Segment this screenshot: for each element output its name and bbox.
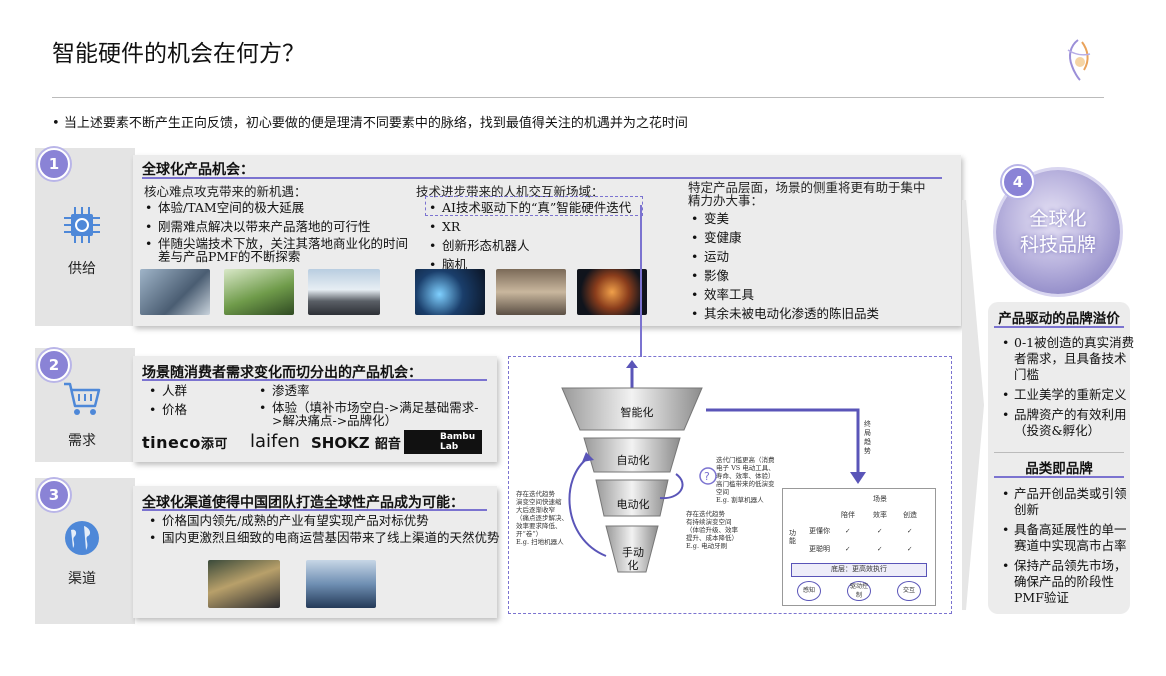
svg-text:?: ? <box>704 470 710 483</box>
note-right-mid: 存在迭代趋势 有持续演变空间 （体验升级、效率 提升、成本降低） E.g. 电动… <box>686 510 738 550</box>
lab-image <box>140 269 210 315</box>
supply-col1-sub: 核心难点攻克带来的新机遇： <box>144 184 307 199</box>
list-item: 创新形态机器人 <box>429 237 702 254</box>
list-item: 伴随尖端技术下放，关注其落地商业化的时间差与产品PMF的不断探索 <box>145 237 408 263</box>
supply-label: 供给 <box>68 261 96 277</box>
demand-badge: 2 <box>38 349 70 381</box>
table-col: 效率 <box>873 511 887 519</box>
tineco-logo: tineco添可 <box>142 433 228 452</box>
list-item: 具备高延展性的单一赛道中实现高市占率 <box>1002 522 1136 554</box>
table-base: 底层：更高效执行 <box>791 563 927 577</box>
list-item: 渗透率 <box>259 382 487 399</box>
laifen-logo: laifen <box>250 431 300 452</box>
brand-sec2-list: 产品开创品类或引领创新 具备高延展性的单一赛道中实现高市占率 保持产品领先市场，… <box>1000 486 1136 610</box>
funnel-label-auto: 自动化 <box>616 454 650 467</box>
list-item: 价格 <box>149 401 252 418</box>
list-item: 其余未被电动化渗透的陈旧品类 <box>691 305 954 322</box>
channel-list: 价格国内领先/成熟的产业有望实现产品对标优势 国内更激烈且细致的电商运营基因带来… <box>148 512 502 546</box>
robot-field-image <box>224 269 294 315</box>
supply-col3-list: 变美 变健康 运动 影像 效率工具 其余未被电动化渗透的陈旧品类 <box>690 210 954 324</box>
list-item: XR <box>429 218 702 235</box>
chip-icon <box>60 203 104 247</box>
shokz-logo: SHOKZ 韶音 <box>311 434 401 452</box>
list-item: 体验/TAM空间的极大延展 <box>145 199 408 216</box>
funnel-label-smart: 智能化 <box>620 406 654 419</box>
supply-col3-sub: 特定产品层面，场景的侧重将更有助于集中精力办大事： <box>688 180 926 208</box>
supply-heading-rule <box>142 177 942 179</box>
list-item: 刚需难点解决以带来产品落地的可行性 <box>145 218 408 235</box>
table-circle: 感知 <box>797 581 821 601</box>
supply-badge: 1 <box>38 148 70 180</box>
note-left: 存在迭代趋势 演变空间快速缩 大后逐渐收窄 （痛点逐步解决、 效率要求降低、 开… <box>516 490 568 546</box>
supply-col2-list: AI技术驱动下的“真”智能硬件迭代 XR 创新形态机器人 脑机 <box>428 199 702 275</box>
channel-label: 渠道 <box>68 571 96 587</box>
globe-icon <box>62 518 102 558</box>
channel-heading-rule <box>142 509 487 511</box>
arrow-label: 终局趋势 <box>864 420 871 455</box>
table-col: 创造 <box>903 511 917 519</box>
list-item: 人群 <box>149 382 252 399</box>
funnel-label-manual: 手动化 <box>622 546 644 572</box>
chevron-right-icon <box>962 200 986 610</box>
demand-right-list: 渗透率 体验（填补市场空白->满足基础需求->解决痛点->品牌化） <box>258 382 487 429</box>
brand-sec1-rule <box>994 326 1124 328</box>
list-item: 体验（填补市场空白->满足基础需求->解决痛点->品牌化） <box>259 401 487 427</box>
page-title: 智能硬件的机会在何方？ <box>52 41 305 67</box>
divider <box>52 97 1104 98</box>
list-item: 保持产品领先市场，确保产品的阶段性PMF验证 <box>1002 558 1136 606</box>
brand-sec1-title: 产品驱动的品牌溢价 <box>998 311 1120 327</box>
brand-sec1-list: 0-1被创造的真实消费者需求，且具备技术门槛 工业美学的重新定义 品牌资产的有效… <box>1000 335 1136 443</box>
store-photo <box>208 560 280 608</box>
intro-text: • 当上述要素不断产生正向反馈，初心要做的便是理清不同要素中的脉络，找到最值得关… <box>52 116 688 131</box>
table-circle: 交互 <box>897 581 921 601</box>
list-item: AI技术驱动下的“真”智能硬件迭代 <box>429 199 702 216</box>
list-item: 品牌资产的有效利用（投资&孵化） <box>1002 407 1136 439</box>
brand-sec2-title: 品类即品牌 <box>1025 461 1093 477</box>
list-item: 工业美学的重新定义 <box>1002 387 1136 403</box>
list-item: 影像 <box>691 267 954 284</box>
scene-table: 场景 陪伴 效率 创造 功能 更懂你 ✓ ✓ ✓ 更聪明 ✓ ✓ ✓ 底层：更高… <box>782 488 936 606</box>
list-item: 价格国内领先/成熟的产业有望实现产品对标优势 <box>149 512 502 529</box>
factory-image <box>308 269 380 315</box>
list-item: 运动 <box>691 248 954 265</box>
brand-orb-text: 全球化 科技品牌 <box>1019 208 1096 256</box>
funnel-label-electric: 电动化 <box>616 498 650 511</box>
supply-heading: 全球化产品机会： <box>142 162 254 178</box>
list-item: 国内更激烈且细致的电商运营基因带来了线上渠道的天然优势 <box>149 531 502 544</box>
vr-headset-image <box>415 269 485 315</box>
list-item: 产品开创品类或引领创新 <box>1002 486 1136 518</box>
demand-left-list: 人群 价格 <box>148 382 252 420</box>
list-item: 效率工具 <box>691 286 954 303</box>
logo-icon <box>1058 36 1098 84</box>
table-title: 场景 <box>873 495 887 503</box>
demand-heading-rule <box>142 379 487 381</box>
demand-label: 需求 <box>68 433 96 449</box>
brand-sec2-rule <box>994 476 1124 478</box>
warehouse-photo <box>306 560 376 608</box>
table-col: 陪伴 <box>841 511 855 519</box>
brand-badge: 4 <box>1002 166 1034 198</box>
list-item: 0-1被创造的真实消费者需求，且具备技术门槛 <box>1002 335 1136 383</box>
channel-badge: 3 <box>38 479 70 511</box>
brain-image <box>577 269 647 315</box>
brand-divider <box>994 452 1124 453</box>
robot-dog-image <box>496 269 566 315</box>
table-row-group: 功能 <box>789 529 796 545</box>
cart-icon <box>62 380 102 418</box>
supply-col1-list: 体验/TAM空间的极大延展 刚需难点解决以带来产品落地的可行性 伴随尖端技术下放… <box>144 199 408 265</box>
list-item: 变健康 <box>691 229 954 246</box>
list-item: 变美 <box>691 210 954 227</box>
bambu-logo: Bambu Lab <box>404 430 482 454</box>
table-circle: 驱动控制 <box>847 581 871 601</box>
supply-connector-line <box>640 205 642 357</box>
